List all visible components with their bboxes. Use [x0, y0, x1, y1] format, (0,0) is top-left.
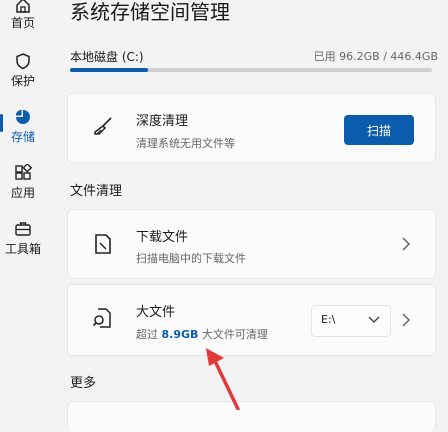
deep-clean-card: 深度清理 清理系统无用文件等 扫描 [67, 93, 436, 163]
downloads-card[interactable]: 下载文件 扫描电脑中的下载文件 [67, 209, 436, 279]
page-title: 系统存储空间管理 [70, 0, 230, 24]
document-icon [95, 234, 111, 254]
home-icon [16, 0, 30, 13]
toolbox-icon [15, 222, 31, 236]
downloads-desc: 扫描电脑中的下载文件 [136, 252, 246, 265]
drive-select[interactable]: E:\ [311, 305, 391, 337]
large-files-desc-prefix: 超过 [136, 328, 162, 341]
large-files-desc-suffix: 大文件可清理 [198, 328, 268, 341]
nav-label-home: 首页 [10, 16, 35, 30]
sidebar: 首页 保护 存储 应用 工具箱 [0, 0, 46, 410]
disk-usage-bar [70, 68, 432, 72]
nav-item-home[interactable]: 首页 [0, 0, 46, 48]
chevron-down-icon [368, 316, 380, 323]
nav-label-storage: 存储 [10, 130, 35, 144]
large-files-size: 8.9GB [161, 328, 199, 341]
pie-chart-icon [15, 109, 30, 124]
disk-usage-fill [70, 68, 149, 72]
deep-clean-desc: 清理系统无用文件等 [136, 137, 235, 150]
annotation-arrow [206, 348, 240, 410]
scan-button[interactable]: 扫描 [344, 115, 414, 145]
large-files-desc: 超过 8.9GB 大文件可清理 [136, 326, 268, 342]
file-search-icon [92, 308, 111, 328]
large-files-card[interactable]: 大文件 超过 8.9GB 大文件可清理 E:\ [67, 284, 436, 356]
shield-icon [16, 53, 30, 70]
broom-icon [94, 117, 112, 135]
nav-item-apps[interactable]: 应用 [0, 162, 46, 210]
more-card[interactable] [67, 401, 436, 432]
file-clean-heading: 文件清理 [70, 184, 123, 199]
more-heading: 更多 [70, 376, 97, 391]
disk-label: 本地磁盘 (C:) [70, 50, 144, 64]
deep-clean-title: 深度清理 [136, 114, 189, 129]
nav-item-storage[interactable]: 存储 [0, 106, 46, 154]
chevron-right-icon [402, 237, 411, 251]
downloads-title: 下载文件 [136, 230, 189, 245]
disk-usage-text: 已用 96.2GB / 446.4GB [313, 50, 438, 63]
nav-label-protect: 保护 [10, 74, 35, 88]
nav-label-toolbox: 工具箱 [4, 242, 41, 256]
chevron-right-icon [402, 313, 411, 327]
nav-item-toolbox[interactable]: 工具箱 [0, 218, 46, 266]
large-files-title: 大文件 [136, 305, 176, 320]
apps-icon [15, 164, 32, 180]
nav-item-protect[interactable]: 保护 [0, 50, 46, 98]
drive-select-value: E:\ [321, 313, 336, 326]
nav-label-apps: 应用 [10, 186, 35, 200]
